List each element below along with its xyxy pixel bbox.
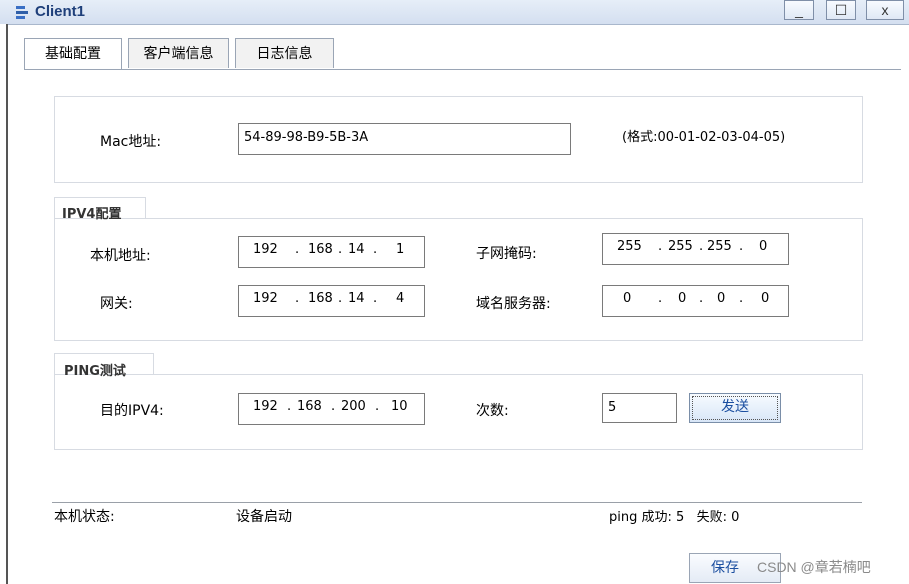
ping-legend: PING测试 bbox=[64, 364, 126, 379]
window-left-edge bbox=[0, 24, 8, 584]
mac-label: Mac地址: bbox=[100, 134, 162, 150]
tab-log-info[interactable]: 日志信息 bbox=[235, 38, 334, 68]
ip-octet: 14 bbox=[348, 242, 365, 257]
app-icon bbox=[16, 6, 28, 19]
ip-octet: 255 bbox=[707, 239, 732, 254]
target-ipv4-input[interactable]: 192 . 168 . 200 . 10 bbox=[238, 393, 425, 425]
ip-octet: 0 bbox=[717, 291, 726, 306]
subnet-mask-input[interactable]: 255 . 255 . 255 . 0 bbox=[602, 233, 789, 265]
local-address-input[interactable]: 192 . 168 . 14 . 1 bbox=[238, 236, 425, 268]
ip-octet: 4 bbox=[396, 291, 405, 306]
ip-octet: 192 bbox=[253, 291, 278, 306]
status-label: 本机状态: bbox=[54, 509, 115, 525]
maximize-button[interactable]: ☐ bbox=[826, 0, 856, 20]
watermark: CSDN @章若楠吧 bbox=[757, 559, 871, 575]
gateway-label: 网关: bbox=[100, 296, 133, 312]
ip-octet: 1 bbox=[396, 242, 405, 257]
ip-octet: 10 bbox=[391, 399, 408, 414]
ipv4-legend: IPV4配置 bbox=[62, 207, 122, 222]
tab-divider bbox=[24, 69, 901, 70]
ip-octet: 14 bbox=[348, 291, 365, 306]
mac-input[interactable]: 54-89-98-B9-5B-3A bbox=[238, 123, 571, 155]
tab-basic-config[interactable]: 基础配置 bbox=[24, 38, 122, 70]
send-button[interactable]: 发送 bbox=[689, 393, 781, 423]
title-bar: Client1 _ ☐ x bbox=[0, 0, 909, 25]
count-label: 次数: bbox=[476, 403, 509, 419]
minimize-button[interactable]: _ bbox=[784, 0, 814, 20]
local-address-label: 本机地址: bbox=[90, 248, 151, 264]
count-input[interactable]: 5 bbox=[602, 393, 677, 423]
subnet-mask-label: 子网掩码: bbox=[476, 246, 537, 262]
ip-octet: 192 bbox=[253, 399, 278, 414]
close-button[interactable]: x bbox=[866, 0, 904, 20]
dns-server-input[interactable]: 0 . 0 . 0 . 0 bbox=[602, 285, 789, 317]
status-value: 设备启动 bbox=[236, 509, 292, 525]
ip-octet: 192 bbox=[253, 242, 278, 257]
target-ipv4-label: 目的IPV4: bbox=[100, 403, 164, 419]
ping-result: ping 成功: 5 失败: 0 bbox=[609, 510, 740, 525]
gateway-input[interactable]: 192 . 168 . 14 . 4 bbox=[238, 285, 425, 317]
ip-octet: 200 bbox=[341, 399, 366, 414]
ip-octet: 168 bbox=[308, 291, 333, 306]
save-label: 保存 bbox=[711, 560, 739, 576]
ip-octet: 168 bbox=[297, 399, 322, 414]
ip-octet: 255 bbox=[668, 239, 693, 254]
window-title: Client1 bbox=[35, 3, 86, 20]
mac-format-hint: (格式:00-01-02-03-04-05) bbox=[622, 130, 786, 145]
ip-octet: 0 bbox=[759, 239, 768, 254]
tab-client-info[interactable]: 客户端信息 bbox=[128, 38, 229, 68]
ip-octet: 255 bbox=[617, 239, 642, 254]
ip-octet: 0 bbox=[623, 291, 632, 306]
dns-server-label: 域名服务器: bbox=[476, 296, 551, 312]
ip-octet: 0 bbox=[678, 291, 687, 306]
ip-octet: 0 bbox=[761, 291, 770, 306]
status-divider bbox=[52, 502, 862, 503]
ip-octet: 168 bbox=[308, 242, 333, 257]
